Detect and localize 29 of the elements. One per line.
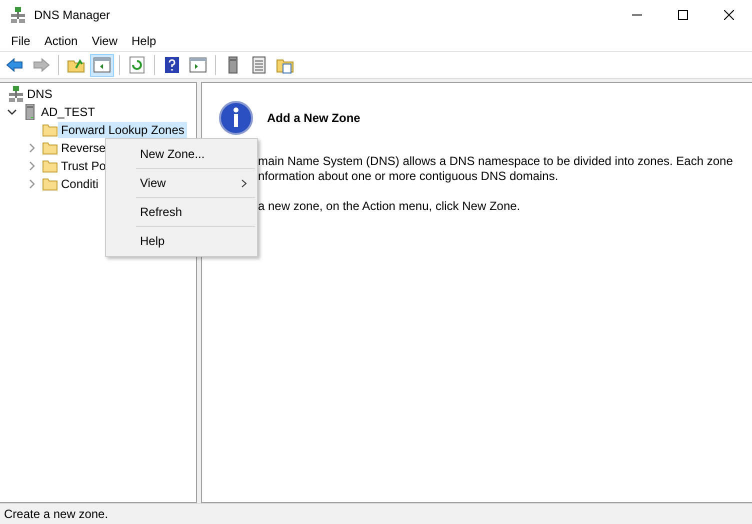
menu-item[interactable]: View [106, 170, 257, 196]
close-icon[interactable] [724, 10, 734, 20]
window-title: DNS Manager [34, 7, 110, 24]
menu-item[interactable]: File [4, 30, 38, 50]
tree-item[interactable]: Trust Po [58, 158, 109, 174]
folder-icon [42, 140, 58, 156]
description-text: a new zone, on the Action menu, click New Zone. [257, 199, 522, 214]
tree-item[interactable]: Reverse [58, 140, 109, 156]
dns-icon [8, 86, 24, 102]
tree-item[interactable]: Conditi [58, 176, 102, 192]
folder-icon [42, 176, 58, 192]
menu-item[interactable]: Refresh [106, 199, 257, 225]
maximize-icon[interactable] [678, 10, 688, 20]
status-text: Create a new zone. [0, 503, 752, 524]
menu-item[interactable]: View [84, 30, 124, 50]
dns-icon [10, 7, 26, 23]
tree-item[interactable]: AD_TEST [38, 104, 98, 120]
menu-item[interactable]: Help [106, 228, 257, 254]
menu-item[interactable]: Help [124, 30, 164, 50]
details-heading: Add a New Zone [267, 110, 360, 127]
menu-item[interactable]: Action [37, 30, 85, 50]
tree-item[interactable]: DNS [24, 86, 56, 102]
folder-icon [42, 158, 58, 174]
info-icon [219, 101, 253, 135]
description-text: nformation about one or more contiguous DNS domains. [257, 169, 560, 184]
description-text: main Name System (DNS) allows a DNS namespace to be divided into zones. Each zone [257, 154, 734, 169]
menu-item[interactable]: New Zone... [106, 141, 257, 167]
tree-item[interactable]: Forward Lookup Zones [58, 122, 188, 138]
folder-icon [42, 122, 58, 138]
